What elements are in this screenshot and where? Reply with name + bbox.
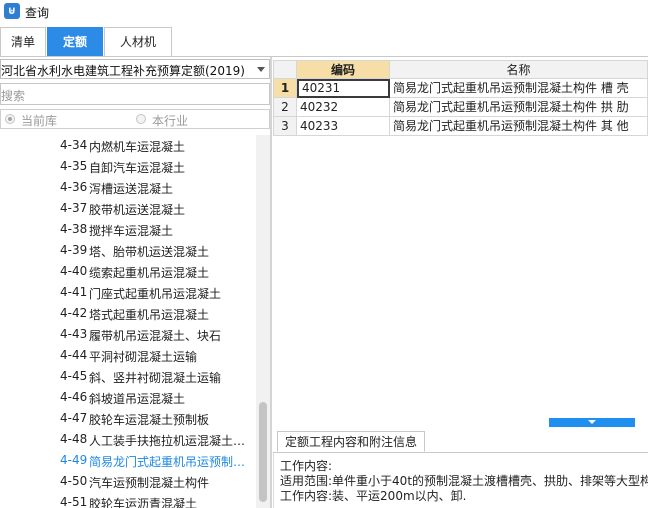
app-logo-icon: ⊎ [4, 3, 20, 19]
search-input[interactable]: 搜索 [0, 83, 270, 105]
tree-item-code: 4-46 [60, 390, 88, 404]
tree-item-label: 汽车运预制混凝土构件 [89, 476, 210, 490]
tree-item[interactable]: 4-45 斜、竖井衬砌混凝土运输 [0, 366, 256, 387]
tree-item-label: 人工装手扶拖拉机运混凝土… [89, 434, 246, 448]
tree-item-label: 缆索起重机吊运混凝土 [89, 266, 210, 280]
tree-item[interactable]: 4-43 履带机吊运混凝土、块石 [0, 324, 256, 345]
tree-item[interactable]: 4-41 门座式起重机吊运混凝土 [0, 282, 256, 303]
title-bar: ⊎ 查询 [0, 0, 648, 24]
tree-item-label: 履带机吊运混凝土、块石 [89, 329, 222, 343]
tree-item[interactable]: 4-46 斜坡道吊运混凝土 [0, 387, 256, 408]
quota-grid: 编码 名称 1 40231 简易龙门式起重机吊运预制混凝土构件 槽 壳 2 40… [273, 60, 648, 140]
tree-item[interactable]: 4-39 塔、胎带机运送混凝土 [0, 240, 256, 261]
tree-item-code: 4-49 [60, 453, 88, 467]
tree-item-label: 内燃机车运混凝土 [89, 140, 186, 154]
chevron-down-icon [588, 420, 596, 424]
collapse-handle[interactable] [549, 418, 635, 427]
radio-industry-label: 本行业 [152, 114, 189, 128]
tree-item[interactable]: 4-35 自卸汽车运混凝土 [0, 156, 256, 177]
tree-item-label: 搅拌车运混凝土 [89, 224, 174, 238]
tree-item-label: 斜坡道吊运混凝土 [89, 392, 186, 406]
library-select[interactable]: 河北省水利水电建筑工程补充预算定额(2019) [0, 59, 270, 79]
scope-radio-group: 当前库 本行业 [0, 109, 270, 129]
tree-scrollbar[interactable] [256, 135, 270, 508]
search-placeholder: 搜索 [1, 89, 26, 103]
grid-cell-code[interactable]: 40232 [297, 98, 390, 117]
tree-item-code: 4-37 [60, 201, 88, 215]
tree-item[interactable]: 4-40 缆索起重机吊运混凝土 [0, 261, 256, 282]
tree-item-label: 自卸汽车运混凝土 [89, 161, 186, 175]
tree-item-label: 斜、竖井衬砌混凝土运输 [89, 371, 222, 385]
grid-cell-name[interactable]: 简易龙门式起重机吊运预制混凝土构件 拱 肋 [390, 98, 648, 117]
tree-item-label: 泻槽运送混凝土 [89, 182, 174, 196]
tree-item-label: 胶轮车运沥青混凝土 [89, 497, 198, 508]
tree-item[interactable]: 4-36 泻槽运送混凝土 [0, 177, 256, 198]
quota-tree: 4-34 内燃机车运混凝土 4-35 自卸汽车运混凝土 4-36 泻槽运送混凝土 4-… [0, 135, 256, 508]
tree-item-code: 4-42 [60, 306, 88, 320]
tree-item[interactable]: 4-42 塔式起重机吊运混凝土 [0, 303, 256, 324]
chevron-down-icon[interactable] [257, 67, 265, 72]
tree-item-code: 4-50 [60, 474, 88, 488]
tree-item-code: 4-34 [60, 138, 88, 152]
tree-item-code: 4-38 [60, 222, 88, 236]
grid-header-code[interactable]: 编码 [297, 60, 390, 79]
tree-item-label: 塔式起重机吊运混凝土 [89, 308, 210, 322]
grid-header-name[interactable]: 名称 [390, 60, 648, 79]
tree-item-code: 4-45 [60, 369, 88, 383]
tree-item[interactable]: 4-38 搅拌车运混凝土 [0, 219, 256, 240]
tree-item-selected[interactable]: 4-49 简易龙门式起重机吊运预制… [0, 450, 256, 471]
left-panel: 河北省水利水电建筑工程补充预算定额(2019) 搜索 当前库 本行业 4-34 内… [0, 57, 271, 508]
row-number[interactable]: 1 [273, 79, 297, 98]
radio-industry[interactable] [136, 114, 146, 124]
tree-item-label: 胶轮车运混凝土预制板 [89, 413, 210, 427]
tree-item[interactable]: 4-51 胶轮车运沥青混凝土 [0, 492, 256, 508]
row-number[interactable]: 2 [273, 98, 297, 117]
tree-item-code: 4-48 [60, 432, 88, 446]
tree-item-label: 门座式起重机吊运混凝土 [89, 287, 222, 301]
panel-splitter[interactable] [270, 57, 272, 508]
tab-rencaiji[interactable]: 人材机 [104, 27, 172, 56]
info-tab-bar: 定额工程内容和附注信息 [273, 430, 648, 453]
tab-qingdan[interactable]: 清单 [0, 27, 46, 56]
radio-current-library[interactable] [5, 114, 15, 124]
tree-item-code: 4-36 [60, 180, 88, 194]
tree-item[interactable]: 4-37 胶带机运送混凝土 [0, 198, 256, 219]
tree-item-code: 4-44 [60, 348, 88, 362]
grid-corner [273, 60, 297, 79]
tree-item[interactable]: 4-44 平洞衬砌混凝土运输 [0, 345, 256, 366]
grid-cell-code[interactable]: 40231 [297, 79, 390, 98]
tree-item-code: 4-39 [60, 243, 88, 257]
tree-item-code: 4-40 [60, 264, 88, 278]
tree-item-code: 4-41 [60, 285, 88, 299]
library-select-value: 河北省水利水电建筑工程补充预算定额(2019) [1, 64, 245, 78]
grid-cell-name[interactable]: 简易龙门式起重机吊运预制混凝土构件 其 他 [390, 117, 648, 136]
tree-item[interactable]: 4-34 内燃机车运混凝土 [0, 135, 256, 156]
row-number[interactable]: 3 [273, 117, 297, 136]
tree-item-label: 胶带机运送混凝土 [89, 203, 186, 217]
tree-item[interactable]: 4-48 人工装手扶拖拉机运混凝土… [0, 429, 256, 450]
tab-dinge[interactable]: 定额 [47, 27, 103, 56]
info-content: 工作内容: 适用范围:单件重小于40t的预制混凝土渡槽槽壳、拱肋、排架等大型构 … [273, 453, 648, 508]
tree-item[interactable]: 4-50 汽车运预制混凝土构件 [0, 471, 256, 492]
window-title: 查询 [25, 6, 50, 20]
tree-item-code: 4-51 [60, 495, 88, 508]
grid-cell-name[interactable]: 简易龙门式起重机吊运预制混凝土构件 槽 壳 [390, 79, 648, 98]
info-line: 工作内容:装、平运200m以内、卸. [280, 489, 467, 503]
tree-item-code: 4-47 [60, 411, 88, 425]
tree-item-code: 4-35 [60, 159, 88, 173]
tree-item-label: 塔、胎带机运送混凝土 [89, 245, 210, 259]
tree-item[interactable]: 4-47 胶轮车运混凝土预制板 [0, 408, 256, 429]
tree-item-label: 简易龙门式起重机吊运预制… [89, 455, 246, 469]
grid-cell-code[interactable]: 40233 [297, 117, 390, 136]
tree-item-code: 4-43 [60, 327, 88, 341]
tree-item-label: 平洞衬砌混凝土运输 [89, 350, 198, 364]
tree-scrollbar-thumb[interactable] [259, 402, 267, 502]
tab-bar: 清单 定额 人材机 [0, 26, 648, 57]
radio-current-library-label: 当前库 [21, 114, 58, 128]
tab-quota-info[interactable]: 定额工程内容和附注信息 [277, 431, 426, 452]
